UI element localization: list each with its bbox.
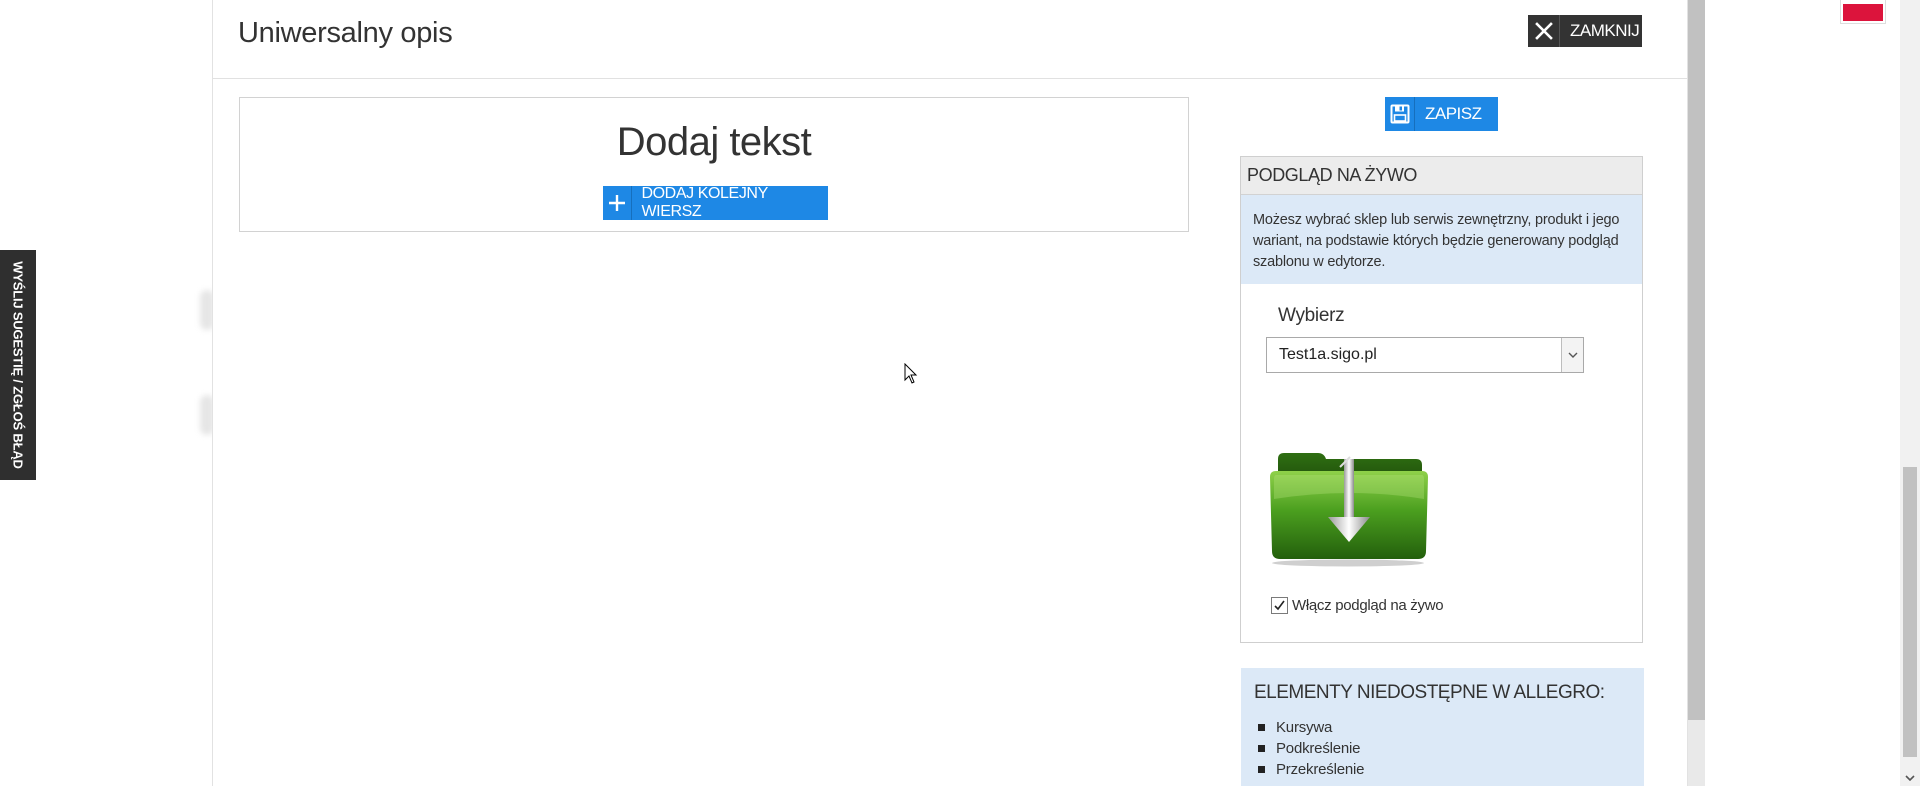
select-label: Wybierz: [1278, 305, 1345, 326]
shop-select[interactable]: Test1a.sigo.pl: [1266, 337, 1584, 373]
unavailable-elements-panel: ELEMENTY NIEDOSTĘPNE W ALLEGRO: Kursywa …: [1241, 668, 1644, 786]
language-flag-pl[interactable]: [1840, 0, 1886, 24]
save-button-label: ZAPISZ: [1425, 104, 1482, 123]
live-preview-checkbox[interactable]: [1271, 597, 1288, 614]
list-item: Podkreślenie: [1254, 738, 1631, 759]
live-preview-info: Możesz wybrać sklep lub serwis zewnętrzn…: [1241, 195, 1642, 284]
live-preview-panel: PODGLĄD NA ŻYWO Możesz wybrać sklep lub …: [1240, 156, 1643, 643]
green-download-folder-icon: [1266, 447, 1432, 567]
add-row-button[interactable]: DODAJ KOLEJNY WIERSZ: [603, 185, 828, 220]
feedback-tab[interactable]: WYŚLIJ SUGESTIĘ / ZGŁOŚ BŁĄD: [0, 250, 36, 480]
chevron-down-icon[interactable]: [1900, 770, 1920, 786]
modal-title: Uniwersalny opis: [238, 17, 453, 49]
save-button[interactable]: ZAPISZ: [1385, 97, 1498, 131]
modal-scrollbar[interactable]: [1688, 0, 1705, 786]
page-scrollbar-thumb[interactable]: [1903, 467, 1917, 757]
close-icon: [1528, 15, 1560, 47]
editor-heading[interactable]: Dodaj tekst: [240, 120, 1188, 165]
live-preview-toggle[interactable]: Włącz podgląd na żywo: [1271, 597, 1444, 614]
close-button[interactable]: ZAMKNIJ: [1528, 15, 1642, 47]
shop-select-value: Test1a.sigo.pl: [1279, 346, 1377, 363]
floppy-disk-icon: [1385, 97, 1415, 131]
chevron-down-icon[interactable]: [1561, 338, 1583, 372]
plus-icon: [603, 186, 633, 220]
modal-header: Uniwersalny opis ZAMKNIJ: [213, 0, 1687, 79]
feedback-tab-label: WYŚLIJ SUGESTIĘ / ZGŁOŚ BŁĄD: [10, 261, 26, 469]
flag-icon: [1843, 4, 1883, 21]
close-button-label: ZAMKNIJ: [1570, 21, 1640, 40]
template-editor-modal: Uniwersalny opis ZAMKNIJ Dodaj tekst DOD…: [212, 0, 1688, 786]
page-scrollbar[interactable]: [1900, 0, 1920, 786]
unavailable-elements-title: ELEMENTY NIEDOSTĘPNE W ALLEGRO:: [1254, 682, 1605, 703]
list-item: Kursywa: [1254, 717, 1631, 738]
list-item: Przekreślenie: [1254, 759, 1631, 780]
unavailable-elements-list: Kursywa Podkreślenie Przekreślenie: [1254, 717, 1631, 780]
live-preview-header: PODGLĄD NA ŻYWO: [1241, 157, 1642, 195]
live-preview-toggle-label: Włącz podgląd na żywo: [1292, 597, 1444, 614]
modal-scrollbar-thumb[interactable]: [1688, 0, 1705, 720]
add-row-button-label: DODAJ KOLEJNY WIERSZ: [641, 185, 768, 220]
mouse-cursor-icon: [904, 362, 918, 390]
editor-area: Dodaj tekst DODAJ KOLEJNY WIERSZ: [239, 97, 1189, 232]
